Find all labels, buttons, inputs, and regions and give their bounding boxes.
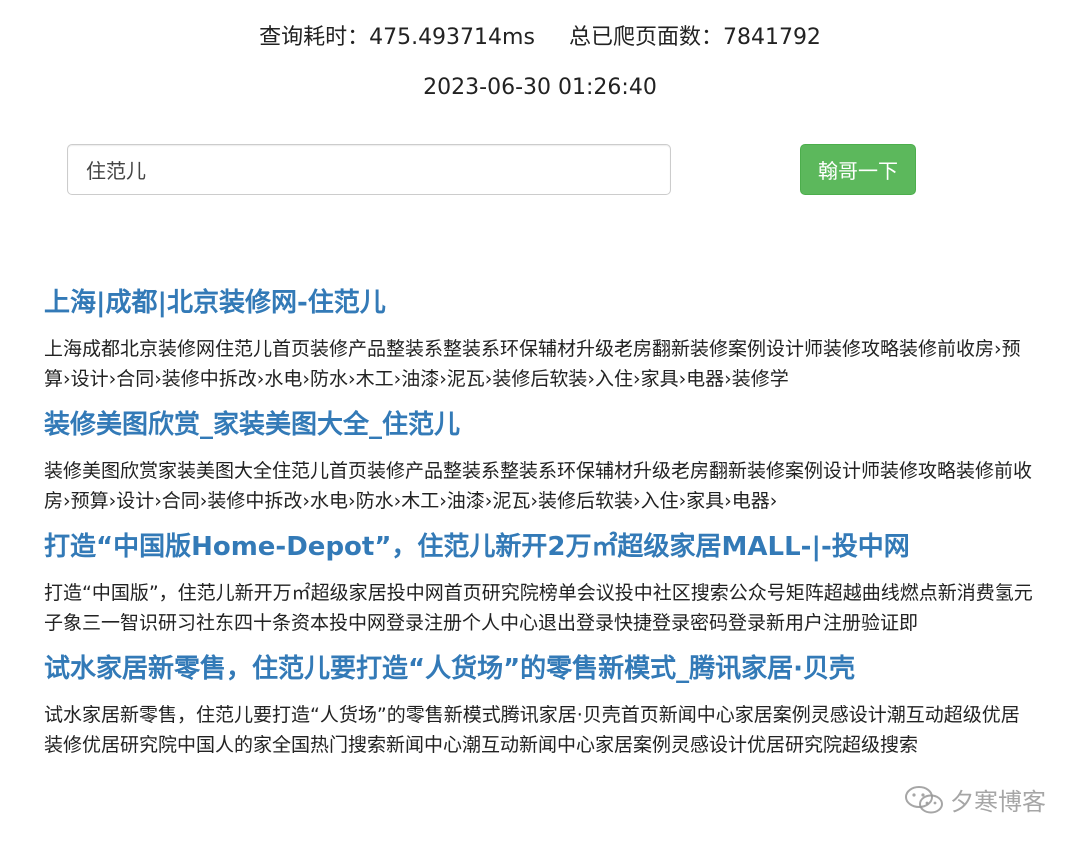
query-time-label: 查询耗时： bbox=[259, 25, 370, 50]
result-item: 装修美图欣赏_家装美图大全_住范儿 装修美图欣赏家装美图大全住范儿首页装修产品整… bbox=[44, 406, 1034, 516]
result-snippet: 试水家居新零售，住范儿要打造“人货场”的零售新模式腾讯家居·贝壳首页新闻中心家居… bbox=[44, 704, 1020, 756]
watermark-text: 夕寒博客 bbox=[950, 788, 1046, 816]
query-time-value: 475.493714ms bbox=[369, 25, 535, 50]
search-input[interactable] bbox=[67, 144, 671, 195]
watermark: 夕寒博客 bbox=[904, 782, 1046, 817]
datetime: 2023-06-30 01:26:40 bbox=[423, 75, 657, 100]
result-item: 上海|成都|北京装修网-住范儿 上海成都北京装修网住范儿首页装修产品整装系整装系… bbox=[44, 284, 1034, 394]
result-snippet: 打造“中国版”，住范儿新开万㎡超级家居投中网首页研究院榜单会议投中社区搜索公众号… bbox=[44, 582, 1033, 634]
search-results-page: 查询耗时：475.493714ms 总已爬页面数：7841792 2023-06-… bbox=[0, 0, 1080, 847]
result-snippet: 装修美图欣赏家装美图大全住范儿首页装修产品整装系整装系环保辅材升级老房翻新装修案… bbox=[44, 460, 1033, 512]
result-title-link[interactable]: 打造“中国版Home-Depot”，住范儿新开2万㎡超级家居MALL-|-投中网 bbox=[44, 528, 1034, 566]
search-button[interactable]: 翰哥一下 bbox=[800, 144, 916, 195]
pages-count-label: 总已爬页面数： bbox=[568, 25, 723, 50]
result-item: 试水家居新零售，住范儿要打造“人货场”的零售新模式_腾讯家居·贝壳 试水家居新零… bbox=[44, 650, 1034, 760]
result-item: 打造“中国版Home-Depot”，住范儿新开2万㎡超级家居MALL-|-投中网… bbox=[44, 528, 1034, 638]
results-list: 上海|成都|北京装修网-住范儿 上海成都北京装修网住范儿首页装修产品整装系整装系… bbox=[44, 284, 1034, 772]
stats-line: 查询耗时：475.493714ms 总已爬页面数：7841792 bbox=[0, 22, 1080, 54]
result-title-link[interactable]: 试水家居新零售，住范儿要打造“人货场”的零售新模式_腾讯家居·贝壳 bbox=[44, 650, 1034, 688]
result-snippet: 上海成都北京装修网住范儿首页装修产品整装系整装系环保辅材升级老房翻新装修案例设计… bbox=[44, 338, 1021, 390]
result-title-link[interactable]: 装修美图欣赏_家装美图大全_住范儿 bbox=[44, 406, 1034, 444]
result-title-link[interactable]: 上海|成都|北京装修网-住范儿 bbox=[44, 284, 1034, 322]
wechat-icon bbox=[904, 785, 944, 815]
pages-count-value: 7841792 bbox=[722, 25, 821, 50]
